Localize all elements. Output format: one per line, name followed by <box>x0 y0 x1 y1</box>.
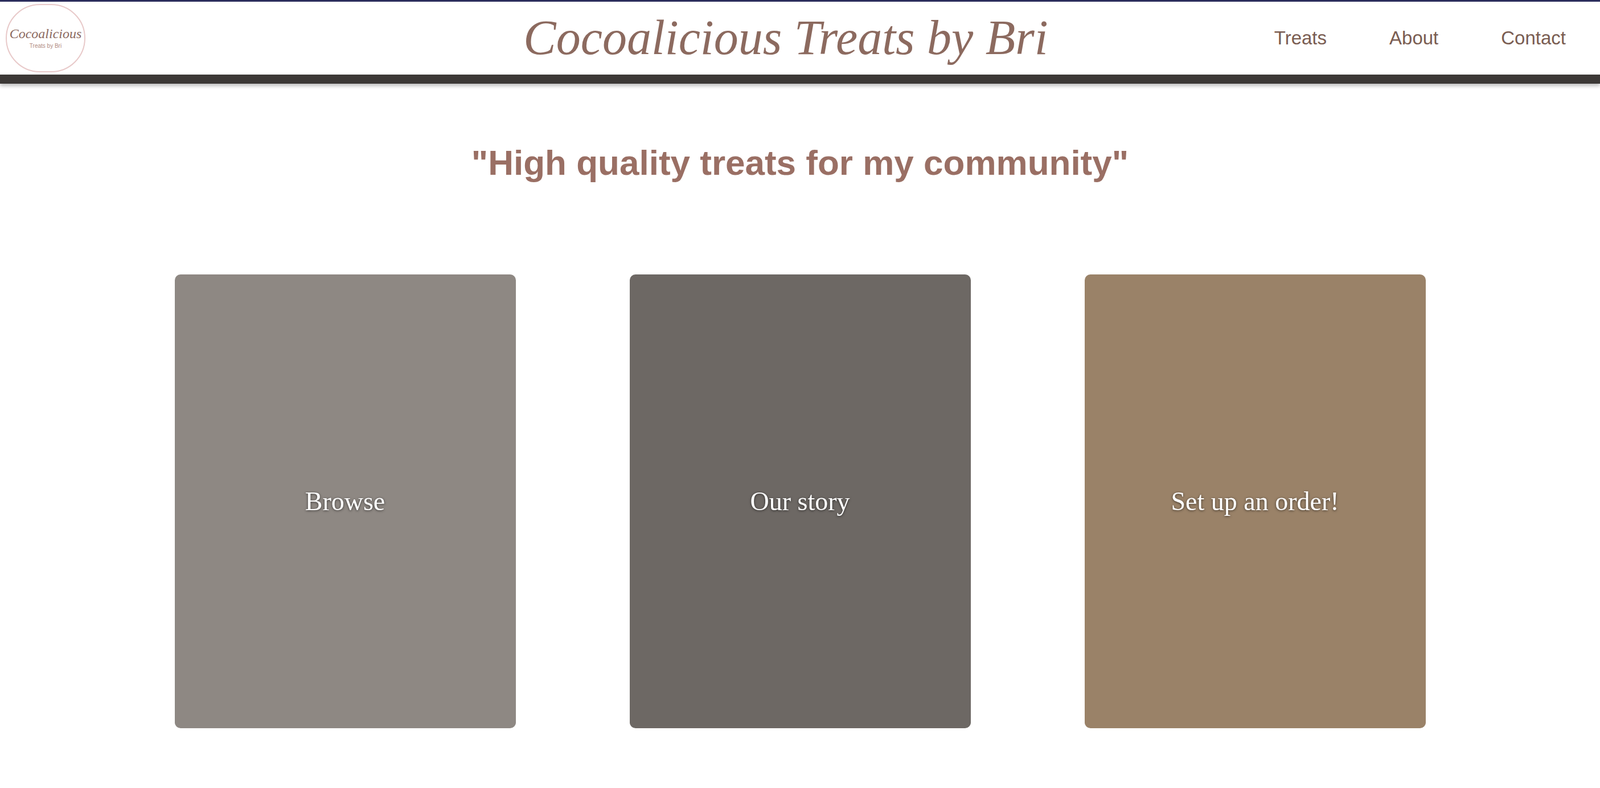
card-row: Browse Our story Set up an order! <box>0 189 1600 786</box>
nav-card[interactable]: Our story <box>629 274 971 729</box>
nav-card[interactable]: Set up an order! <box>1084 274 1426 729</box>
card-label: Our story <box>740 481 859 521</box>
header-image-strip <box>0 74 1600 84</box>
card-label: Browse <box>296 481 395 521</box>
nav-link[interactable]: About <box>1389 23 1439 53</box>
site-title: Cocoalicious Treats by Bri <box>509 8 1062 68</box>
main-nav: Treats About Contact <box>1061 23 1566 53</box>
logo[interactable]: CocoaliciousTreats by Bri <box>5 3 510 73</box>
nav-card[interactable]: Browse <box>174 274 516 729</box>
site-header: CocoaliciousTreats by BriCocoalicious Tr… <box>0 0 1600 75</box>
tagline-section: "High quality treats for my community" <box>0 83 1600 190</box>
nav-link[interactable]: Treats <box>1274 23 1327 53</box>
logo-subtitle: Treats by Bri <box>29 42 62 51</box>
logo-title: Cocoalicious <box>9 26 82 41</box>
nav-link[interactable]: Contact <box>1500 23 1566 53</box>
page: CocoaliciousTreats by BriCocoalicious Tr… <box>0 0 1600 788</box>
card-label: Set up an order! <box>1161 481 1348 521</box>
tagline: "High quality treats for my community" <box>471 136 1129 190</box>
